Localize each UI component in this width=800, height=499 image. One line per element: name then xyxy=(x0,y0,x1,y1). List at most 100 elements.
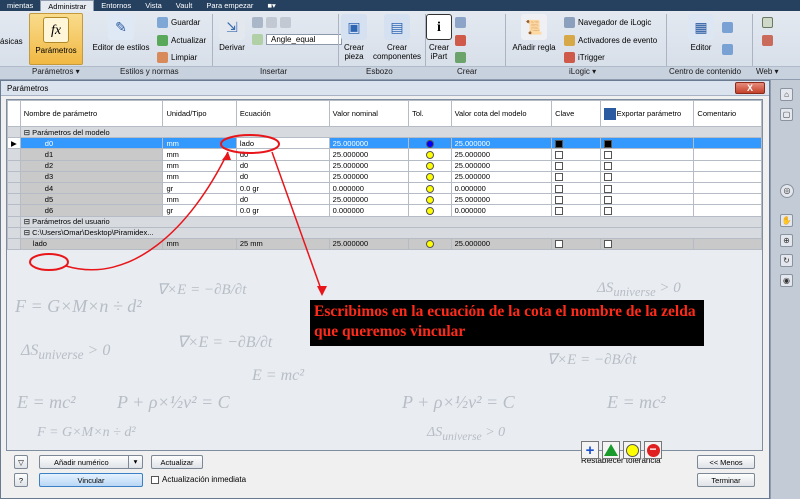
editor-button[interactable]: ▦ Editor xyxy=(684,14,718,52)
steering-wheel-icon[interactable]: ◎ xyxy=(780,184,794,198)
cell-tol[interactable] xyxy=(408,204,452,217)
zoom-icon[interactable]: ⊕ xyxy=(780,234,793,247)
immediate-update-option[interactable]: Actualización inmediata xyxy=(151,475,246,484)
cell-equation[interactable]: d0 xyxy=(235,159,330,172)
cell-tol[interactable] xyxy=(408,159,452,172)
crear-tool-1[interactable] xyxy=(455,17,466,28)
insert-icon[interactable] xyxy=(252,17,263,28)
filter-button[interactable]: ▽ xyxy=(14,455,28,469)
table-row[interactable]: ▶ d0 mm lado 25.000000 25.000000 xyxy=(7,137,762,150)
checkbox[interactable] xyxy=(603,162,612,171)
checkbox[interactable] xyxy=(555,195,564,204)
help-button[interactable]: ? xyxy=(14,473,28,487)
cell-equation[interactable]: 25 mm xyxy=(235,237,330,251)
basicas-label[interactable]: ásicas xyxy=(0,37,23,46)
cell-name[interactable]: d1 xyxy=(19,148,164,161)
cell-name[interactable]: lado xyxy=(19,237,164,251)
insert-2-icon[interactable] xyxy=(266,17,277,28)
cell-comment[interactable] xyxy=(693,181,762,195)
cell-export[interactable] xyxy=(599,137,695,150)
checkbox[interactable] xyxy=(555,162,564,171)
checkbox[interactable] xyxy=(555,206,564,215)
tab-herramientas[interactable]: mientas xyxy=(0,0,40,11)
guardar-button[interactable]: Guardar xyxy=(157,17,200,28)
tab-vista[interactable]: Vista xyxy=(138,0,169,11)
cell-equation[interactable]: lado xyxy=(235,137,330,150)
tab-vault[interactable]: Vault xyxy=(169,0,200,11)
chevron-down-icon[interactable]: ▾ xyxy=(128,456,142,468)
cell-tol[interactable] xyxy=(408,137,452,150)
tolerance-nominal-button[interactable] xyxy=(623,441,641,459)
group-ilogic[interactable]: iLogic ▾ xyxy=(569,67,596,76)
cell-export[interactable] xyxy=(599,159,695,172)
col-header-exportar[interactable]: Exportar parámetro xyxy=(599,100,695,127)
tolerance-plus-button[interactable]: + xyxy=(581,441,599,459)
cell-unit[interactable]: mm xyxy=(162,170,237,183)
cell-unit[interactable]: mm xyxy=(162,237,237,251)
cell-key[interactable] xyxy=(551,137,601,150)
look-at-icon[interactable]: ◉ xyxy=(780,274,793,287)
navegador-ilogic-button[interactable]: Navegador de iLogic xyxy=(564,17,651,28)
cell-key[interactable] xyxy=(551,193,601,206)
limpiar-button[interactable]: Limpiar xyxy=(157,52,197,63)
checkbox[interactable] xyxy=(555,240,564,249)
collapse-icon[interactable]: ⊟ xyxy=(24,228,30,237)
cell-comment[interactable] xyxy=(693,137,762,150)
table-row[interactable]: d1 mm d0 25.000000 25.000000 xyxy=(7,148,762,161)
collapse-icon[interactable]: ⊟ xyxy=(24,128,30,137)
tolerance-minus-button[interactable]: − xyxy=(644,441,662,459)
checkbox[interactable] xyxy=(555,150,564,159)
group-row-usuario[interactable]: ⊟ Parámetros del usuario xyxy=(7,215,762,228)
camera-icon[interactable]: ■▾ xyxy=(260,0,282,11)
parametros-button[interactable]: fx Parámetros xyxy=(29,13,83,65)
table-row[interactable]: d2 mm d0 25.000000 25.000000 xyxy=(7,159,762,172)
cell-name[interactable]: d5 xyxy=(19,193,164,206)
cell-key[interactable] xyxy=(551,204,601,217)
group-web[interactable]: Web ▾ xyxy=(756,67,779,76)
table-row[interactable]: d4 gr 0.0 gr 0.000000 0.000000 xyxy=(7,181,762,195)
cell-export[interactable] xyxy=(599,181,695,195)
cell-export[interactable] xyxy=(599,237,695,251)
cell-key[interactable] xyxy=(551,148,601,161)
pan-icon[interactable]: ✋ xyxy=(780,214,793,227)
cell-key[interactable] xyxy=(551,159,601,172)
group-parametros[interactable]: Parámetros ▾ xyxy=(32,67,80,76)
checkbox[interactable] xyxy=(603,206,612,215)
checkbox[interactable] xyxy=(555,139,564,148)
col-header-unidad[interactable]: Unidad/Tipo xyxy=(162,100,237,127)
collapse-icon[interactable]: ⊟ xyxy=(24,217,30,226)
tab-entornos[interactable]: Entornos xyxy=(94,0,138,11)
cell-tol[interactable] xyxy=(408,170,452,183)
cell-nominal[interactable]: 25.000000 xyxy=(328,170,410,183)
cell-tol[interactable] xyxy=(408,148,452,161)
cell-nominal[interactable]: 25.000000 xyxy=(328,137,410,150)
cell-name[interactable]: d4 xyxy=(19,181,164,195)
itrigger-button[interactable]: iTrigger xyxy=(564,52,605,63)
activadores-evento-button[interactable]: Activadores de evento xyxy=(564,35,657,46)
crear-componentes-button[interactable]: ▤ Crear componentes xyxy=(372,14,422,61)
insert-3-icon[interactable] xyxy=(280,17,291,28)
cell-comment[interactable] xyxy=(693,159,762,172)
cell-equation[interactable]: d0 xyxy=(235,148,330,161)
cell-tol[interactable] xyxy=(408,193,452,206)
cell-comment[interactable] xyxy=(693,170,762,183)
tolerance-median-button[interactable] xyxy=(602,441,620,459)
col-header-valor-cota[interactable]: Valor cota del modelo xyxy=(450,100,553,127)
home-view-icon[interactable]: ⌂ xyxy=(780,88,793,101)
col-header-clave[interactable]: Clave xyxy=(551,100,601,127)
cell-comment[interactable] xyxy=(693,193,762,206)
cell-nominal[interactable]: 25.000000 xyxy=(328,193,410,206)
derivar-button[interactable]: ⇲ Derivar xyxy=(216,14,248,52)
content-tool-1[interactable] xyxy=(722,22,733,33)
cell-nominal[interactable]: 25.000000 xyxy=(328,148,410,161)
cell-nominal[interactable]: 0.000000 xyxy=(328,181,410,195)
cell-export[interactable] xyxy=(599,193,695,206)
col-header-ecuacion[interactable]: Ecuación xyxy=(235,100,330,127)
dialog-titlebar[interactable]: Parámetros X xyxy=(1,81,769,96)
checkbox[interactable] xyxy=(603,184,612,193)
checkbox[interactable] xyxy=(603,173,612,182)
cell-name[interactable]: d2 xyxy=(19,159,164,172)
cell-equation[interactable]: 0.0 gr xyxy=(235,181,330,195)
cell-unit[interactable]: mm xyxy=(162,159,237,172)
cell-equation[interactable]: 0.0 gr xyxy=(235,204,330,217)
